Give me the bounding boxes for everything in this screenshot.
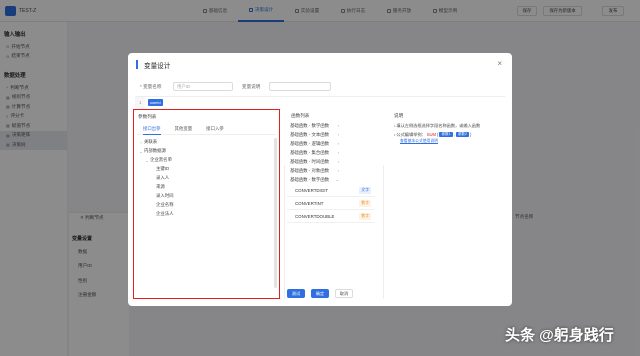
function-group[interactable]: 基础函数 - 时间函数 › — [287, 157, 339, 166]
tree-item[interactable]: 录入时间 — [138, 191, 273, 200]
cancel-button[interactable]: 取消 — [335, 289, 353, 298]
parameter-list-title: 参数列表 — [138, 114, 157, 119]
function-group-label: 基础函数 - 集合函数 — [290, 149, 330, 155]
confirm-button[interactable]: 确定 — [311, 289, 329, 298]
tree-item[interactable]: 录入人 — [138, 174, 273, 183]
bullet-icon: • — [394, 123, 396, 128]
example-function: SUM — [426, 132, 437, 137]
chevron-icon: › — [337, 141, 339, 146]
function-group-label: 基础函数 - 时间函数 — [290, 158, 330, 164]
function-groups: 基础函数 - 数学函数 › 基础函数 - 文本函数 › 基础函数 - 逻辑函数 › 基础函数… — [287, 121, 375, 184]
line-number: 1 — [139, 100, 142, 105]
variable-desc-input[interactable] — [269, 82, 331, 91]
function-item[interactable]: CONVERTDOUBLE 数字 — [287, 210, 375, 223]
test-button[interactable]: 测试 — [287, 289, 305, 298]
return-type-badge: 数字 — [359, 199, 371, 207]
return-type-badge: 数字 — [359, 212, 371, 220]
tree-item[interactable]: › 关联表 — [138, 138, 273, 147]
function-group-label: 基础函数 - 文本函数 — [290, 131, 330, 137]
tree-item-label: 企业法人 — [156, 210, 174, 216]
variable-desc-label: 变量说明 — [242, 84, 261, 89]
function-items: CONVERTDIGIT 文字 CONVERTINT 数字 CONVERTDOUBLE 数… — [287, 184, 375, 223]
parameter-list-panel: 参数列表 接口出参 其他变量 接口入参 › 关联表 ⌄ 内部数据源 ⌄ 企业黑名单 主键ID… — [133, 109, 280, 299]
subtab-interface-input[interactable]: 接口入参 — [206, 126, 224, 135]
example-param-tag: 参数2 — [455, 132, 469, 137]
formula-example: • 公式编辑举例： SUM ( 参数1 , 参数2 ) — [394, 131, 472, 137]
function-item[interactable]: CONVERTINT 数字 — [287, 197, 375, 210]
function-name: CONVERTINT — [295, 200, 324, 206]
tree-item-label: 企业黑名单 — [150, 157, 172, 163]
tree-item[interactable]: 来源 — [138, 182, 273, 191]
tree-item[interactable]: 企业法人 — [138, 209, 273, 218]
function-name: CONVERTDOUBLE — [295, 213, 335, 219]
function-list-panel: 函数列表 基础函数 - 数学函数 › 基础函数 - 文本函数 › 基础函数 - 逻辑函数… — [287, 109, 375, 299]
parameter-tree: › 关联表 ⌄ 内部数据源 ⌄ 企业黑名单 主键ID 录入人来源录入时间企业名称企业法人 — [138, 138, 273, 298]
description-panel: 说明 • 填认左侧选框选择字段名称函数，或输入函数 • 公式编辑举例： SUM … — [390, 109, 508, 299]
function-group[interactable]: 基础函数 - 数字函数 ⌄ — [287, 175, 339, 184]
description-title: 说明 — [394, 113, 404, 118]
tree-item-label: 主键ID — [156, 166, 170, 172]
tree-item[interactable]: ⌄ 内部数据源 — [138, 147, 273, 156]
description-line: • 填认左侧选框选择字段名称函数，或输入函数 — [394, 122, 481, 129]
column-divider — [383, 165, 384, 299]
chevron-icon: › — [337, 150, 339, 155]
bullet-icon: • — [394, 132, 396, 137]
function-group-label: 基础函数 - 对象函数 — [290, 167, 330, 173]
chevron-icon: › — [337, 132, 339, 137]
function-group[interactable]: 基础函数 - 数学函数 › — [287, 121, 339, 130]
column-divider — [284, 165, 285, 299]
tree-item[interactable]: ⌄ 企业黑名单 — [138, 156, 273, 165]
tree-item[interactable]: 企业名称 — [138, 200, 273, 209]
tree-item-label: 关联表 — [144, 139, 158, 145]
return-type-badge: 文字 — [359, 186, 371, 194]
subtab-other-variables[interactable]: 其他变量 — [175, 126, 193, 135]
function-group[interactable]: 基础函数 - 对象函数 › — [287, 166, 339, 175]
modal-title: 变量设计 — [136, 60, 170, 70]
function-group-label: 基础函数 - 数学函数 — [290, 122, 330, 128]
function-group[interactable]: 基础函数 - 集合函数 › — [287, 148, 339, 157]
subtab-interface-output[interactable]: 接口出参 — [143, 126, 161, 135]
function-list-title: 函数列表 — [291, 113, 310, 118]
scrollbar[interactable] — [274, 138, 277, 288]
function-group[interactable]: 基础函数 - 逻辑函数 › — [287, 139, 339, 148]
chevron-icon: › — [337, 123, 339, 128]
function-name: CONVERTDIGIT — [295, 187, 329, 193]
variable-name-label: * 变量名称 — [140, 84, 162, 89]
function-group-label: 基础函数 - 数字函数 — [290, 176, 330, 182]
formula-help-link[interactable]: 查看基本公式使用说明 — [390, 139, 508, 144]
tree-item-label: 录入时间 — [156, 192, 174, 198]
function-group[interactable]: 基础函数 - 文本函数 › — [287, 130, 339, 139]
close-icon[interactable]: × — [497, 59, 502, 68]
watermark: 头条 @躬身践行 — [505, 327, 614, 344]
parameter-subtabs: 接口出参 其他变量 接口入参 — [137, 122, 276, 135]
tree-item[interactable]: 主键ID — [138, 165, 273, 174]
function-item[interactable]: CONVERTDIGIT 文字 — [287, 184, 375, 197]
variable-name-input[interactable]: 用户ID — [173, 82, 233, 91]
tree-item-label: 录入人 — [156, 175, 170, 180]
example-param-tag: 参数1 — [439, 132, 453, 137]
chevron-icon: ⌄ — [335, 177, 339, 182]
tree-item-label: 内部数据源 — [144, 148, 166, 154]
chevron-icon: › — [337, 159, 339, 164]
function-group-label: 基础函数 - 逻辑函数 — [290, 140, 330, 146]
chevron-icon: › — [337, 168, 339, 173]
code-token[interactable]: userId — [148, 99, 163, 106]
tree-item-label: 企业名称 — [156, 201, 174, 207]
tree-item-label: 来源 — [156, 183, 165, 189]
